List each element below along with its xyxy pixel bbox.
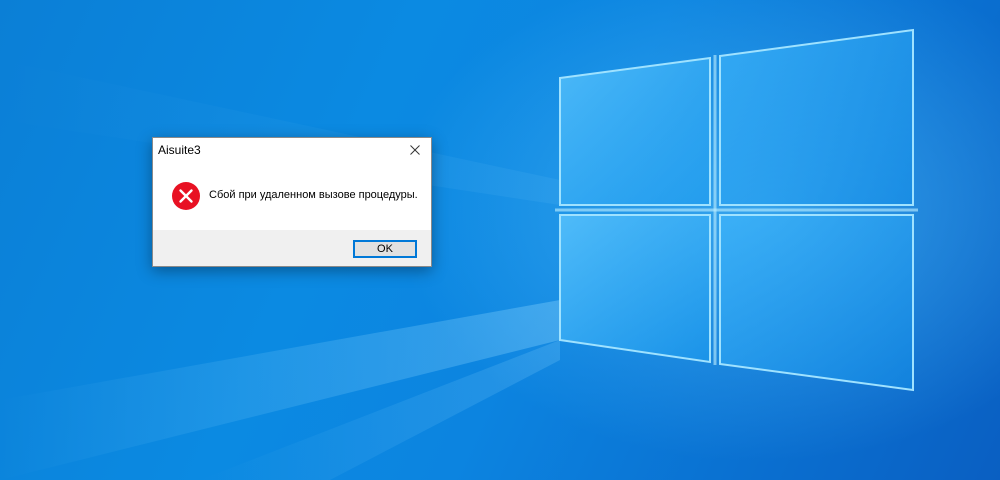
logo-pane-top-left [559, 56, 711, 206]
close-icon [410, 145, 420, 155]
desktop: Aisuite3 Сбой при удаленном вызове проце… [0, 0, 1000, 480]
close-button[interactable] [399, 138, 431, 162]
logo-pane-bottom-right [719, 214, 914, 392]
logo-pane-top-right [719, 28, 914, 206]
windows-wallpaper-logo [0, 28, 918, 480]
ok-button[interactable]: OK [353, 240, 417, 258]
dialog-content: Сбой при удаленном вызове процедуры. [153, 162, 431, 230]
dialog-footer: OK [153, 230, 431, 266]
logo-pane-bottom-left [559, 214, 711, 364]
message-box-dialog: Aisuite3 Сбой при удаленном вызове проце… [152, 137, 432, 267]
error-icon [172, 182, 200, 210]
dialog-titlebar[interactable]: Aisuite3 [153, 138, 431, 162]
dialog-title: Aisuite3 [158, 143, 201, 157]
error-message: Сбой при удаленном вызове процедуры. [209, 189, 418, 201]
